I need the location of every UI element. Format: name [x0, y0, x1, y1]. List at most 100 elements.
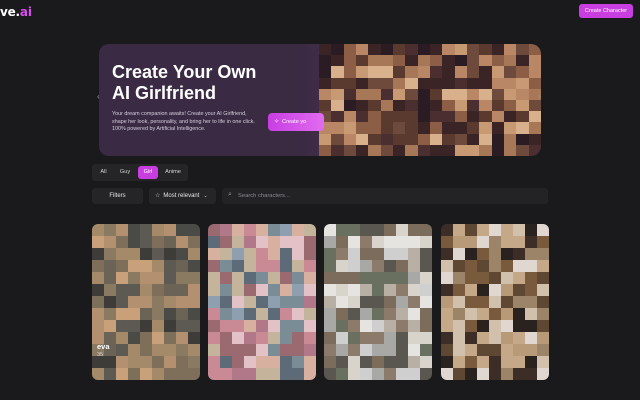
- mosaic-tile: [368, 55, 382, 67]
- mosaic-tile: [319, 66, 332, 79]
- mosaic-tile: [537, 308, 549, 321]
- mosaic-tile: [477, 320, 490, 333]
- mosaic-tile: [441, 332, 454, 345]
- character-card[interactable]: [208, 224, 316, 380]
- mosaic-tile: [331, 133, 345, 146]
- mosaic-tile: [304, 368, 316, 380]
- mosaic-tile: [324, 236, 337, 249]
- mosaic-tile: [140, 260, 153, 273]
- sort-dropdown[interactable]: ☆ Most relevant ⌄: [149, 188, 216, 204]
- mosaic-tile: [491, 133, 505, 146]
- mosaic-tile: [441, 368, 454, 380]
- mosaic-tile: [104, 236, 117, 249]
- mosaic-tile: [513, 236, 526, 249]
- chevron-right-icon[interactable]: ›: [538, 92, 541, 101]
- mosaic-tile: [504, 66, 517, 79]
- create-your-own-button[interactable]: ✧ Create yo: [268, 113, 324, 131]
- mosaic-tile: [292, 332, 305, 345]
- mosaic-tile: [232, 272, 245, 285]
- mosaic-tile: [368, 77, 382, 90]
- mosaic-tile: [467, 44, 480, 56]
- filters-button[interactable]: Filters: [92, 188, 143, 204]
- mosaic-tile: [528, 77, 541, 90]
- tab-all[interactable]: All: [95, 166, 112, 179]
- mosaic-tile: [356, 88, 369, 101]
- mosaic-tile: [479, 122, 493, 135]
- character-card[interactable]: [324, 224, 432, 380]
- mosaic-tile: [453, 224, 466, 237]
- mosaic-tile: [396, 284, 409, 297]
- mosaic-tile: [324, 356, 337, 369]
- mosaic-tile: [417, 66, 431, 79]
- mosaic-tile: [104, 248, 117, 261]
- mosaic-tile: [396, 272, 409, 285]
- mosaic-tile: [504, 44, 517, 56]
- mosaic-tile: [128, 296, 141, 309]
- mosaic-tile: [220, 344, 233, 357]
- mosaic-tile: [140, 332, 153, 345]
- mosaic-tile: [343, 122, 357, 135]
- mosaic-tile: [220, 236, 233, 249]
- mosaic-tile: [441, 236, 454, 249]
- mosaic-tile: [208, 344, 221, 357]
- mosaic-tile: [176, 284, 189, 297]
- mosaic-tile: [393, 77, 406, 90]
- mosaic-tile: [513, 332, 526, 345]
- mosaic-tile: [176, 260, 189, 273]
- mosaic-tile: [380, 100, 394, 112]
- mosaic-tile: [324, 368, 337, 380]
- mosaic-tile: [208, 308, 221, 321]
- mosaic-tile: [268, 344, 281, 357]
- mosaic-tile: [104, 356, 117, 369]
- mosaic-tile: [516, 66, 530, 79]
- mosaic-tile: [104, 320, 117, 333]
- mosaic-tile: [140, 368, 153, 380]
- mosaic-tile: [336, 248, 349, 261]
- mosaic-tile: [304, 236, 316, 249]
- mosaic-tile: [104, 272, 117, 285]
- mosaic-tile: [232, 308, 245, 321]
- create-character-button[interactable]: Create Character: [579, 4, 633, 18]
- tab-girl[interactable]: Girl: [138, 166, 158, 179]
- mosaic-tile: [525, 296, 538, 309]
- character-card[interactable]: [441, 224, 549, 380]
- mosaic-tile: [393, 144, 406, 156]
- mosaic-tile: [417, 77, 431, 90]
- mosaic-tile: [152, 368, 165, 380]
- mosaic-tile: [405, 55, 419, 67]
- search-input[interactable]: [238, 190, 538, 202]
- mosaic-tile: [393, 44, 406, 56]
- mosaic-tile: [188, 344, 200, 357]
- mosaic-tile: [256, 344, 269, 357]
- tab-guy[interactable]: Guy: [114, 166, 136, 179]
- mosaic-tile: [479, 44, 493, 56]
- mosaic-tile: [348, 224, 361, 237]
- mosaic-tile: [116, 368, 129, 380]
- mosaic-tile: [176, 236, 189, 249]
- mosaic-tile: [408, 356, 421, 369]
- mosaic-tile: [188, 272, 200, 285]
- character-card[interactable]: eva 35: [92, 224, 200, 380]
- mosaic-tile: [292, 284, 305, 297]
- mosaic-tile: [304, 356, 316, 369]
- mosaic-tile: [372, 224, 385, 237]
- mosaic-tile: [513, 284, 526, 297]
- mosaic-tile: [479, 111, 493, 123]
- tab-anime[interactable]: Anime: [160, 166, 186, 179]
- mosaic-tile: [384, 368, 397, 380]
- hero-image: [319, 44, 541, 156]
- mosaic-tile: [356, 122, 369, 135]
- mosaic-tile: [256, 284, 269, 297]
- logo[interactable]: ve.ai: [0, 5, 32, 19]
- mosaic-tile: [537, 320, 549, 333]
- mosaic-tile: [324, 224, 337, 237]
- mosaic-tile: [268, 368, 281, 380]
- mosaic-tile: [280, 272, 293, 285]
- mosaic-tile: [116, 224, 129, 237]
- mosaic-tile: [516, 55, 530, 67]
- mosaic-tile: [360, 296, 373, 309]
- mosaic-tile: [324, 296, 337, 309]
- mosaic-tile: [304, 308, 316, 321]
- chevron-left-icon[interactable]: ‹: [97, 92, 100, 101]
- mosaic-tile: [405, 144, 419, 156]
